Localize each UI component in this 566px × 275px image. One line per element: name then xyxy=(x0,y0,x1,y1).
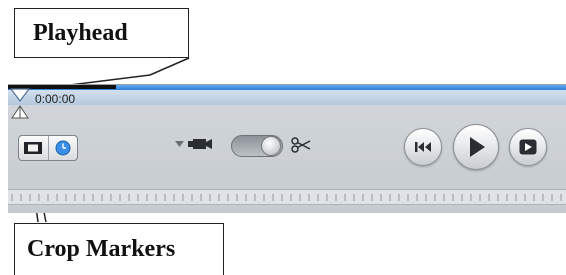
scissors-icon[interactable] xyxy=(291,137,311,153)
play-icon xyxy=(470,137,485,157)
timecode-display: 0:00:00 xyxy=(35,92,76,106)
play-button[interactable] xyxy=(453,124,499,170)
playhead-callout-label: Playhead xyxy=(33,19,128,46)
filmstrip-icon xyxy=(24,142,43,154)
crop-marker[interactable] xyxy=(11,105,29,119)
filmstrip-view-button[interactable] xyxy=(19,136,48,160)
time-view-button[interactable] xyxy=(47,136,78,160)
crop-markers-callout-label: Crop Markers xyxy=(27,236,176,262)
ruler-ticks xyxy=(11,194,562,201)
timeline-panel: 0:00:00 xyxy=(8,84,566,213)
rewind-button[interactable] xyxy=(404,128,442,166)
next-icon xyxy=(519,139,537,155)
clip-toggle-switch[interactable] xyxy=(231,135,283,157)
crop-markers-callout: Crop Markers xyxy=(14,223,224,275)
timeline-ruler[interactable] xyxy=(8,189,566,205)
next-button[interactable] xyxy=(509,128,547,166)
playhead-callout: Playhead xyxy=(14,8,189,58)
rewind-icon xyxy=(415,142,431,152)
clock-icon xyxy=(55,140,71,156)
chevron-down-icon[interactable] xyxy=(175,141,184,148)
toggle-knob xyxy=(261,136,281,156)
timeline-track[interactable]: 0:00:00 xyxy=(8,85,566,106)
view-toggle-group xyxy=(18,135,78,161)
video-clip-icon xyxy=(188,139,212,149)
playhead-marker[interactable] xyxy=(10,88,30,102)
